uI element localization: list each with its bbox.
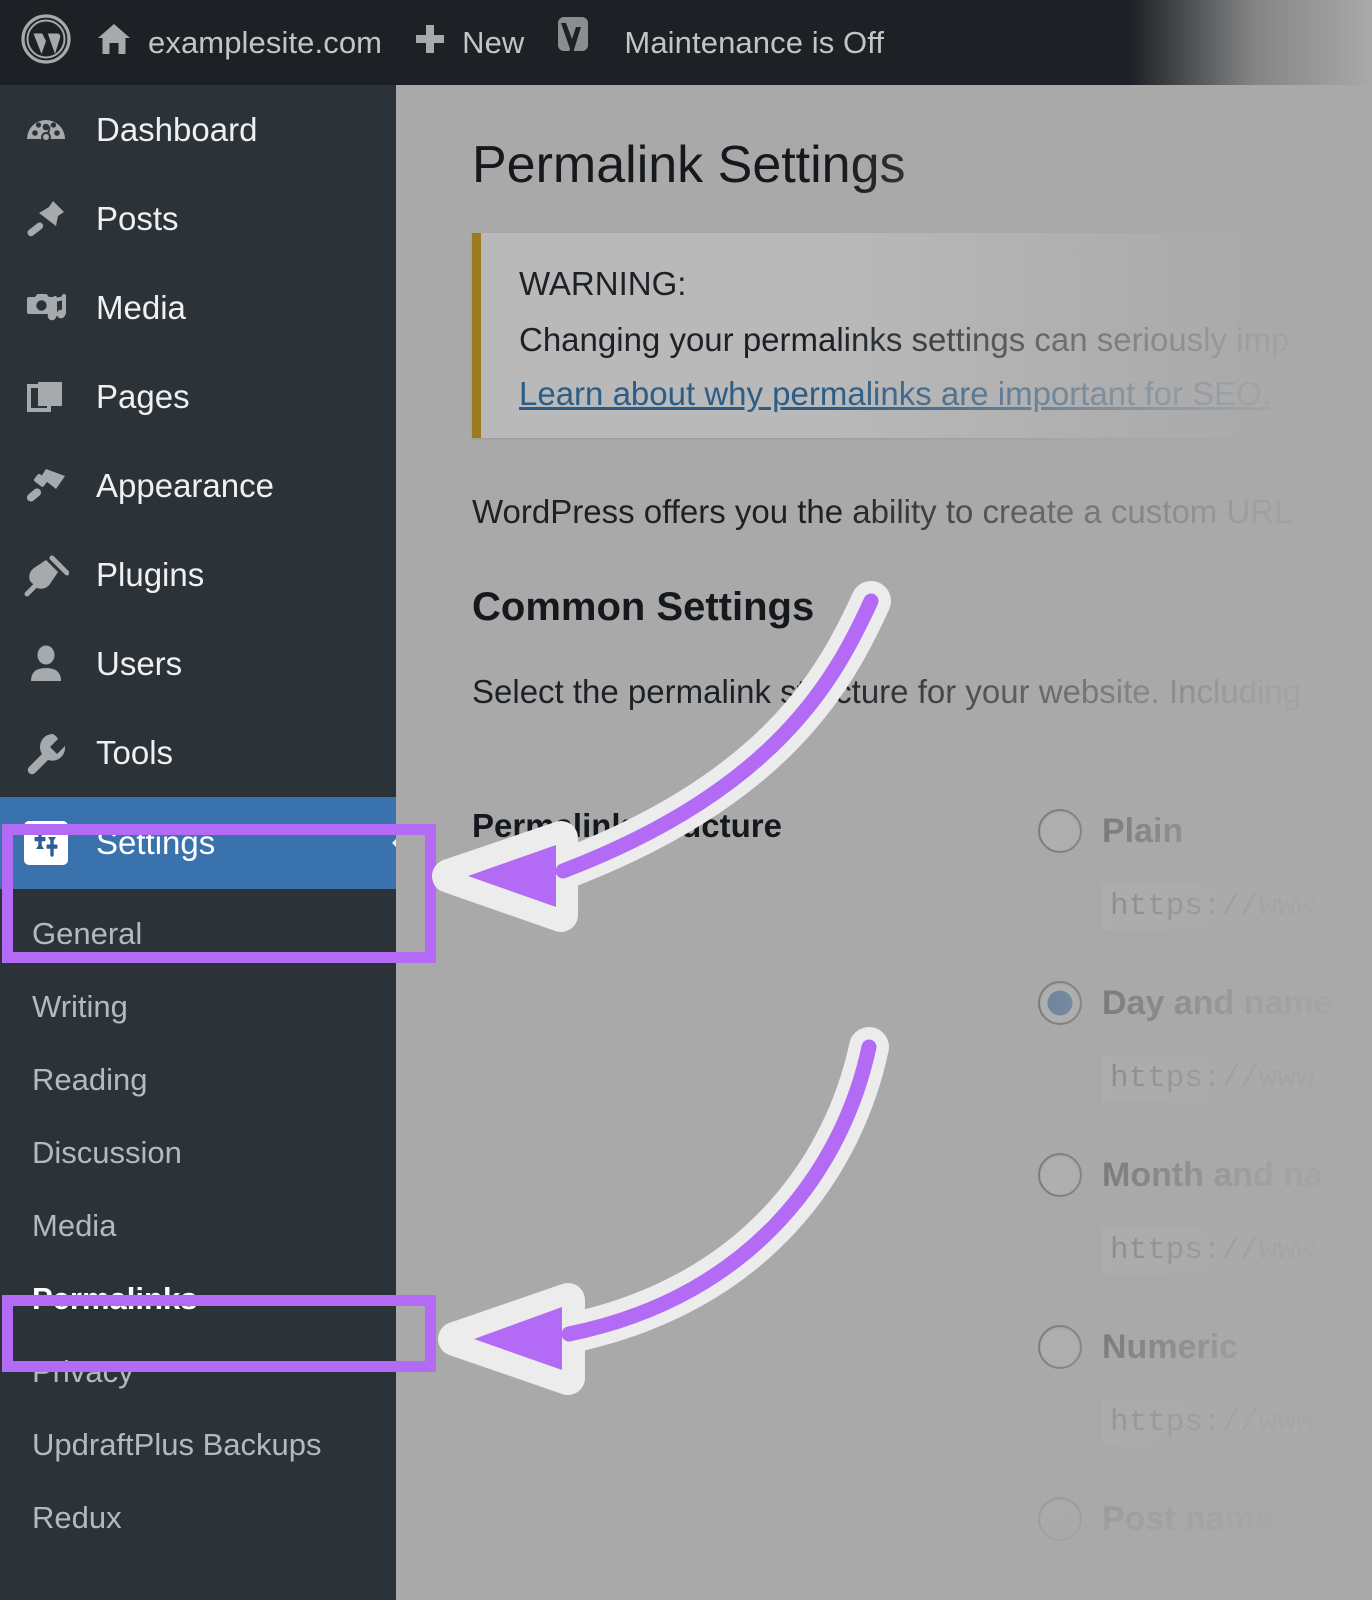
sidebar-item-appearance[interactable]: Appearance (0, 441, 414, 530)
pages-stack-icon (22, 373, 70, 421)
sidebar-item-posts[interactable]: Posts (0, 174, 414, 263)
sidebar-item-redux[interactable]: Redux (0, 1481, 414, 1554)
radio-selected-dot (1047, 990, 1073, 1016)
submenu-label: UpdraftPlus Backups (32, 1426, 322, 1462)
warning-title: WARNING: (519, 265, 687, 302)
radio-post-name[interactable] (1038, 1497, 1082, 1541)
maintenance-label: Maintenance is Off (624, 24, 885, 60)
option-label: Month and na (1102, 1156, 1323, 1194)
sidebar-item-label: Media (96, 288, 186, 326)
option-label: Day and name (1102, 984, 1333, 1022)
option-url: https://www (1102, 1055, 1323, 1102)
sidebar-item-users[interactable]: Users (0, 619, 414, 708)
sidebar-item-settings[interactable]: Settings (0, 797, 414, 889)
main-content-area: Permalink Settings WARNING: Changing you… (414, 85, 1372, 1600)
pin-icon (22, 195, 70, 243)
submenu-label: Privacy (32, 1353, 134, 1389)
admin-sidebar-menu: Dashboard Posts Media Pages Appearance P… (0, 85, 414, 1600)
option-label: Post name (1102, 1500, 1274, 1538)
option-url: https://www (1102, 1399, 1323, 1446)
sidebar-item-label: Plugins (96, 555, 205, 593)
sidebar-item-permalinks[interactable]: Permalinks (0, 1262, 414, 1335)
maintenance-status-button[interactable]: Maintenance is Off (624, 0, 904, 85)
submenu-label: Permalinks (32, 1280, 198, 1316)
user-icon (22, 640, 70, 688)
submenu-label: Redux (32, 1499, 122, 1535)
intro-paragraph: WordPress offers you the ability to crea… (472, 493, 1293, 530)
sidebar-item-updraftplus-backups[interactable]: UpdraftPlus Backups (0, 1408, 414, 1481)
sidebar-item-media[interactable]: Media (0, 263, 414, 352)
permalink-warning-notice: WARNING: Changing your permalinks settin… (472, 233, 1372, 438)
sidebar-item-privacy[interactable]: Privacy (0, 1335, 414, 1408)
paintbrush-icon (22, 462, 70, 510)
home-icon (94, 19, 134, 67)
sidebar-item-pages[interactable]: Pages (0, 352, 414, 441)
yoast-seo-button[interactable] (550, 0, 624, 85)
sidebar-item-label: Users (96, 644, 183, 682)
sidebar-item-label: Posts (96, 199, 179, 237)
site-name-label: examplesite.com (148, 24, 383, 60)
sidebar-gutter (396, 85, 414, 1600)
screenshot-root: examplesite.com New Maintenance is Off D… (0, 0, 1372, 1600)
new-label: New (462, 24, 525, 60)
permalink-structure-options: Plain https://www Day and name https://w… (1038, 801, 1372, 1600)
plus-icon (410, 19, 450, 67)
media-camera-music-icon (22, 284, 70, 332)
sidebar-item-media-settings[interactable]: Media (0, 1189, 414, 1262)
wrench-icon (22, 729, 70, 777)
sidebar-item-label: Appearance (96, 466, 274, 504)
submenu-label: Reading (32, 1061, 148, 1097)
option-url: https://www (1102, 1227, 1323, 1274)
option-row-month-and-name: Month and na https://www (1038, 1145, 1372, 1317)
plug-icon (22, 551, 70, 599)
sidebar-item-writing[interactable]: Writing (0, 970, 414, 1043)
dashboard-icon (22, 106, 70, 154)
radio-plain[interactable] (1038, 809, 1082, 853)
option-label: Plain (1102, 812, 1184, 850)
sidebar-item-label: Settings (96, 824, 216, 861)
option-row-day-and-name: Day and name https://www (1038, 973, 1372, 1145)
radio-numeric[interactable] (1038, 1325, 1082, 1369)
radio-month-and-name[interactable] (1038, 1153, 1082, 1197)
page-title: Permalink Settings (472, 136, 906, 194)
option-url: https://www (1102, 883, 1323, 930)
sidebar-item-general[interactable]: General (0, 897, 414, 970)
radio-day-and-name[interactable] (1038, 981, 1082, 1025)
sidebar-item-plugins[interactable]: Plugins (0, 530, 414, 619)
wordpress-logo-icon (20, 13, 72, 73)
site-name-button[interactable]: examplesite.com (94, 0, 410, 85)
yoast-seo-icon (550, 13, 598, 73)
sidebar-item-reading[interactable]: Reading (0, 1043, 414, 1116)
sidebar-item-label: Pages (96, 377, 190, 415)
sidebar-item-label: Dashboard (96, 110, 258, 148)
settings-submenu: General Writing Reading Discussion Media… (0, 889, 414, 1554)
option-row-numeric: Numeric https://www (1038, 1317, 1372, 1489)
common-settings-heading: Common Settings (472, 585, 815, 629)
warning-body-text: Changing your permalinks settings can se… (519, 321, 1290, 358)
sidebar-item-tools[interactable]: Tools (0, 708, 414, 797)
sidebar-item-discussion[interactable]: Discussion (0, 1116, 414, 1189)
submenu-label: General (32, 915, 143, 951)
common-settings-description: Select the permalink structure for your … (472, 673, 1302, 710)
submenu-label: Discussion (32, 1134, 182, 1170)
option-row-post-name: Post name (1038, 1489, 1372, 1600)
learn-about-permalinks-seo-link[interactable]: Learn about why permalinks are important… (519, 375, 1271, 413)
submenu-label: Media (32, 1207, 117, 1243)
new-content-button[interactable]: New (410, 0, 550, 85)
submenu-label: Writing (32, 988, 128, 1024)
permalink-structure-label: Permalink structure (472, 807, 782, 844)
sidebar-item-label: Tools (96, 733, 174, 771)
wp-admin-bar: examplesite.com New Maintenance is Off (0, 0, 1372, 85)
sidebar-item-dashboard[interactable]: Dashboard (0, 85, 414, 174)
option-row-plain: Plain https://www (1038, 801, 1372, 973)
settings-sliders-icon (22, 819, 70, 867)
option-label: Numeric (1102, 1328, 1239, 1366)
wordpress-logo-button[interactable] (0, 0, 94, 85)
